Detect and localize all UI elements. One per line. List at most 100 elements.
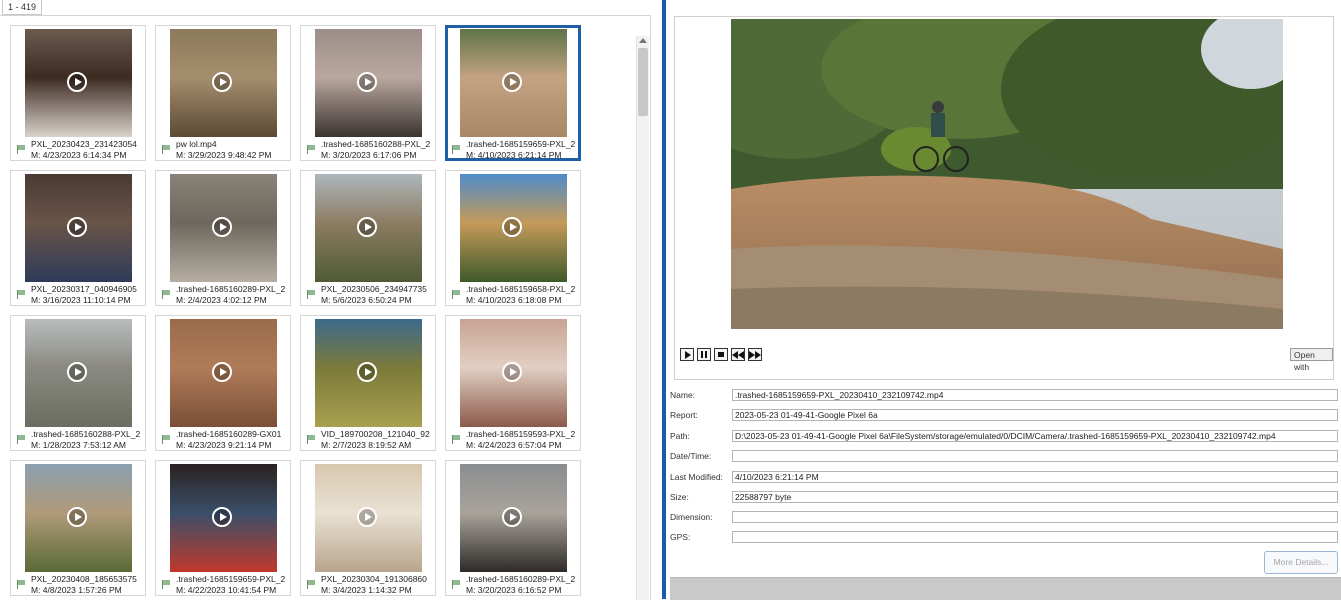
tile-filename: .trashed-1685160289-PXL_2 xyxy=(176,284,286,294)
gallery-tile[interactable]: PXL_20230506_234947735 M: 5/6/2023 6:50:2… xyxy=(300,170,436,306)
gallery-tile[interactable]: PXL_20230304_191306860 M: 3/4/2023 1:14:3… xyxy=(300,460,436,596)
gallery-tile[interactable]: .trashed-1685159659-PXL_2 M: 4/22/2023 10… xyxy=(155,460,291,596)
video-thumbnail[interactable] xyxy=(460,29,567,137)
play-icon xyxy=(357,507,377,527)
gallery-tile[interactable]: PXL_20230423_231423054 M: 4/23/2023 6:14:… xyxy=(10,25,146,161)
dimension-label: Dimension: xyxy=(670,512,713,522)
flag-icon[interactable] xyxy=(452,435,461,444)
stop-icon xyxy=(718,352,724,357)
datetime-label: Date/Time: xyxy=(670,451,712,461)
dimension-field[interactable] xyxy=(732,511,1338,523)
scroll-up-arrow-icon[interactable] xyxy=(639,38,647,43)
tile-modified-date: M: 4/23/2023 6:14:34 PM xyxy=(31,150,127,160)
video-thumbnail[interactable] xyxy=(315,174,422,282)
tile-filename: PXL_20230317_040946905 xyxy=(31,284,137,294)
scrollbar-thumb[interactable] xyxy=(638,48,648,116)
play-icon xyxy=(67,507,87,527)
open-with-button[interactable]: Open with xyxy=(1290,348,1333,372)
flag-icon[interactable] xyxy=(162,580,171,589)
play-icon xyxy=(502,72,522,92)
flag-icon[interactable] xyxy=(452,145,461,154)
tile-filename: pw lol.mp4 xyxy=(176,139,217,149)
video-thumbnail[interactable] xyxy=(25,319,132,427)
video-thumbnail[interactable] xyxy=(25,174,132,282)
path-field[interactable]: D:\2023-05-23 01-49-41-Google Pixel 6a\F… xyxy=(732,430,1338,442)
flag-icon[interactable] xyxy=(307,435,316,444)
video-thumbnail[interactable] xyxy=(460,319,567,427)
tile-modified-date: M: 2/7/2023 8:19:52 AM xyxy=(321,440,412,450)
report-field[interactable]: 2023-05-23 01-49-41-Google Pixel 6a xyxy=(732,409,1338,421)
video-thumbnail[interactable] xyxy=(170,29,277,137)
tile-filename: .trashed-1685160288-PXL_2 xyxy=(31,429,141,439)
play-icon xyxy=(212,362,232,382)
video-frame[interactable] xyxy=(731,19,1283,329)
play-button[interactable] xyxy=(680,348,694,361)
tile-modified-date: M: 4/24/2023 6:57:04 PM xyxy=(466,440,562,450)
gallery-tile[interactable]: .trashed-1685160289-PXL_2 M: 2/4/2023 4:0… xyxy=(155,170,291,306)
gallery-tile[interactable]: .trashed-1685160289-PXL_2 M: 3/20/2023 6:… xyxy=(445,460,581,596)
datetime-field[interactable] xyxy=(732,450,1338,462)
flag-icon[interactable] xyxy=(17,435,26,444)
gallery-tile[interactable]: pw lol.mp4 M: 3/29/2023 9:48:42 PM xyxy=(155,25,291,161)
play-icon xyxy=(357,362,377,382)
video-thumbnail[interactable] xyxy=(170,464,277,572)
tile-filename: .trashed-1685159593-PXL_2 xyxy=(466,429,576,439)
play-icon xyxy=(685,351,691,359)
range-tab[interactable]: 1 - 419 xyxy=(2,0,43,15)
flag-icon[interactable] xyxy=(307,145,316,154)
gallery-scrollbar[interactable] xyxy=(636,36,649,600)
flag-icon[interactable] xyxy=(452,580,461,589)
flag-icon[interactable] xyxy=(17,145,26,154)
gps-field[interactable] xyxy=(732,531,1338,543)
video-thumbnail[interactable] xyxy=(460,464,567,572)
pause-icon xyxy=(701,351,703,358)
video-thumbnail[interactable] xyxy=(315,319,422,427)
stop-button[interactable] xyxy=(714,348,728,361)
pause-button[interactable] xyxy=(697,348,711,361)
video-thumbnail[interactable] xyxy=(460,174,567,282)
play-icon xyxy=(502,362,522,382)
play-icon xyxy=(67,72,87,92)
gallery-tile[interactable]: .trashed-1685159659-PXL_2 M: 4/10/2023 6:… xyxy=(445,25,581,161)
video-thumbnail[interactable] xyxy=(25,29,132,137)
tile-modified-date: M: 3/20/2023 6:16:52 PM xyxy=(466,585,562,595)
gallery-tile[interactable]: .trashed-1685159658-PXL_2 M: 4/10/2023 6:… xyxy=(445,170,581,306)
tile-filename: .trashed-1685160289-PXL_2 xyxy=(466,574,576,584)
video-thumbnail[interactable] xyxy=(25,464,132,572)
gallery-tile[interactable]: VID_189700208_121040_92 M: 2/7/2023 8:19:… xyxy=(300,315,436,451)
name-field[interactable]: .trashed-1685159659-PXL_20230410_2321097… xyxy=(732,389,1338,401)
tile-modified-date: M: 4/8/2023 1:57:26 PM xyxy=(31,585,122,595)
rewind-button[interactable] xyxy=(731,348,745,361)
gallery-tile[interactable]: .trashed-1685159593-PXL_2 M: 4/24/2023 6:… xyxy=(445,315,581,451)
last-modified-field[interactable]: 4/10/2023 6:21:14 PM xyxy=(732,471,1338,483)
flag-icon[interactable] xyxy=(307,290,316,299)
fast-forward-button[interactable] xyxy=(748,348,762,361)
video-thumbnail[interactable] xyxy=(315,29,422,137)
play-icon xyxy=(67,217,87,237)
flag-icon[interactable] xyxy=(162,435,171,444)
flag-icon[interactable] xyxy=(162,290,171,299)
play-icon xyxy=(212,507,232,527)
flag-icon[interactable] xyxy=(17,580,26,589)
gallery-tile[interactable]: .trashed-1685160288-PXL_2 M: 3/20/2023 6:… xyxy=(300,25,436,161)
gallery-tile[interactable]: .trashed-1685160289-GX01 M: 4/23/2023 9:2… xyxy=(155,315,291,451)
size-field[interactable]: 22588797 byte xyxy=(732,491,1338,503)
gallery-tile[interactable]: PXL_20230408_185653575 M: 4/8/2023 1:57:2… xyxy=(10,460,146,596)
flag-icon[interactable] xyxy=(162,145,171,154)
play-icon xyxy=(67,362,87,382)
path-label: Path: xyxy=(670,431,690,441)
video-thumbnail[interactable] xyxy=(315,464,422,572)
video-thumbnail[interactable] xyxy=(170,319,277,427)
preview-pane: Open with Name: .trashed-1685159659-PXL_… xyxy=(666,0,1341,600)
more-details-button[interactable]: More Details... xyxy=(1264,551,1338,574)
gallery-tile[interactable]: PXL_20230317_040946905 M: 3/16/2023 11:10… xyxy=(10,170,146,306)
gallery-tile[interactable]: .trashed-1685160288-PXL_2 M: 1/28/2023 7:… xyxy=(10,315,146,451)
video-thumbnail[interactable] xyxy=(170,174,277,282)
tile-modified-date: M: 2/4/2023 4:02:12 PM xyxy=(176,295,267,305)
tile-modified-date: M: 5/6/2023 6:50:24 PM xyxy=(321,295,412,305)
size-label: Size: xyxy=(670,492,689,502)
flag-icon[interactable] xyxy=(307,580,316,589)
flag-icon[interactable] xyxy=(452,290,461,299)
tile-filename: PXL_20230408_185653575 xyxy=(31,574,137,584)
flag-icon[interactable] xyxy=(17,290,26,299)
